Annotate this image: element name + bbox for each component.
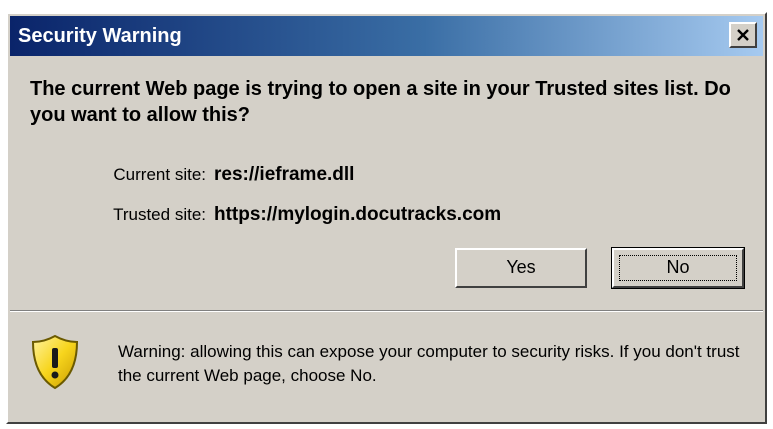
warning-text: Warning: allowing this can expose your c… [118, 342, 740, 385]
title-bar[interactable]: Security Warning [10, 16, 763, 56]
current-site-row: Current site: res://ieframe.dll [8, 164, 354, 186]
yes-button[interactable]: Yes [455, 248, 587, 288]
close-button[interactable] [729, 22, 757, 48]
trusted-site-row: Trusted site: https://mylogin.docutracks.… [8, 204, 501, 226]
warning-message: The current Web page is trying to open a… [30, 78, 731, 126]
separator [10, 310, 763, 312]
no-button[interactable]: No [611, 247, 745, 289]
focus-ring [619, 255, 737, 281]
current-site-value: res://ieframe.dll [214, 164, 355, 185]
current-site-label: Current site: [113, 165, 206, 184]
window-title: Security Warning [18, 25, 182, 47]
trusted-site-value: https://mylogin.docutracks.com [214, 204, 502, 225]
trusted-site-label: Trusted site: [113, 205, 206, 224]
yes-button-label: Yes [506, 257, 536, 277]
shield-warning-icon [30, 334, 80, 390]
close-icon [737, 29, 749, 41]
security-warning-dialog: Security Warning The current Web page is… [6, 12, 767, 424]
